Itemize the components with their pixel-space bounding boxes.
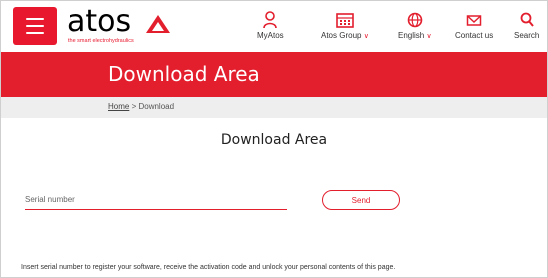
logo-triangle-icon — [146, 15, 170, 33]
chevron-down-icon: ∨ — [426, 33, 432, 40]
nav-contact-us-label: Contact us — [455, 31, 494, 40]
globe-icon — [407, 12, 423, 28]
breadcrumb-home-link[interactable]: Home — [108, 102, 129, 111]
breadcrumb: Home > Download — [108, 102, 174, 111]
search-icon — [520, 12, 534, 27]
nav-language-label: English — [398, 31, 425, 40]
page-title: Download Area — [220, 132, 328, 148]
instructions-text: Insert serial number to register your so… — [21, 264, 396, 271]
user-icon — [263, 11, 278, 29]
menu-line-icon — [26, 18, 44, 20]
hero-banner: Download Area — [1, 52, 547, 97]
hero-title: Download Area — [108, 62, 260, 86]
menu-line-icon — [26, 25, 44, 27]
serial-number-field-wrapper — [25, 187, 287, 210]
nav-search-label: Search — [514, 31, 540, 40]
building-icon — [336, 13, 354, 28]
nav-myatos-label: MyAtos — [257, 31, 284, 40]
mail-icon — [466, 15, 482, 26]
nav-atos-group[interactable]: Atos Group ∨ — [321, 10, 369, 40]
breadcrumb-bar: Home > Download — [1, 97, 547, 118]
logo-wordmark: atos — [67, 4, 132, 39]
top-navigation-bar: atos the smart electrohydraulics MyAtos — [1, 1, 547, 52]
atos-logo[interactable]: atos the smart electrohydraulics — [67, 4, 179, 47]
breadcrumb-current: Download — [138, 102, 175, 111]
page-frame: atos the smart electrohydraulics MyAtos — [0, 0, 548, 278]
nav-language[interactable]: English ∨ — [398, 10, 432, 40]
nav-contact-us[interactable]: Contact us — [455, 10, 493, 40]
chevron-down-icon: ∨ — [363, 33, 369, 40]
hamburger-menu-button[interactable] — [13, 7, 57, 45]
send-button[interactable]: Send — [322, 190, 400, 210]
nav-atos-group-label: Atos Group — [321, 31, 362, 40]
nav-myatos[interactable]: MyAtos — [257, 10, 284, 40]
nav-search[interactable]: Search — [514, 10, 539, 40]
logo-tagline: the smart electrohydraulics — [68, 38, 134, 44]
serial-number-input[interactable] — [25, 189, 287, 210]
menu-line-icon — [26, 32, 44, 34]
